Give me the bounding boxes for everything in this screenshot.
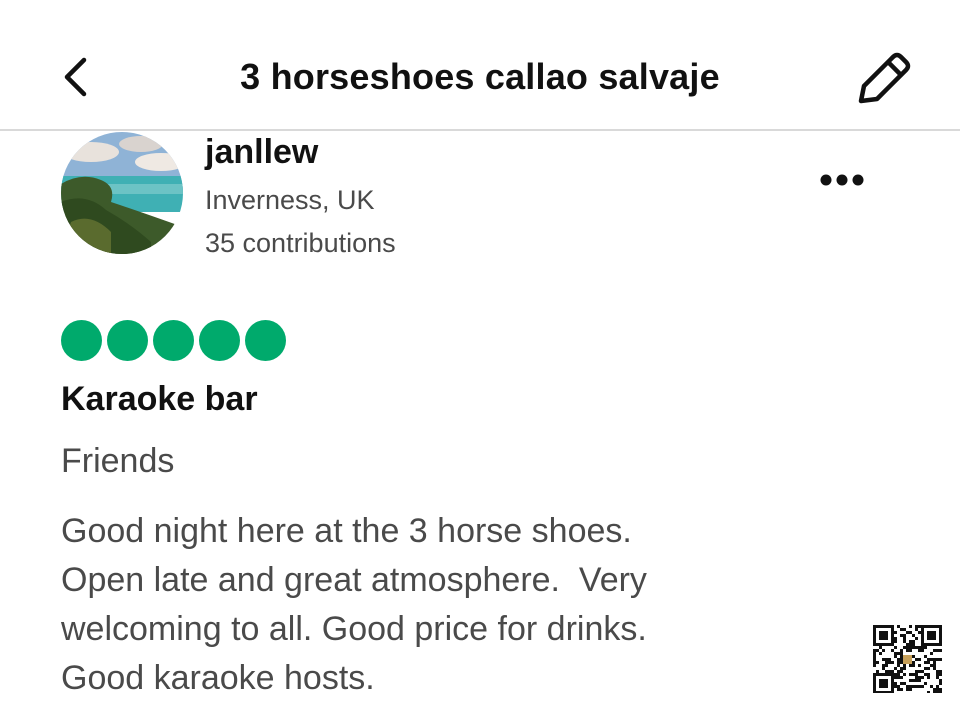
review-text-line: Good night here at the 3 horse shoes. bbox=[61, 512, 632, 550]
page-title: 3 horseshoes callao salvaje bbox=[240, 56, 720, 97]
rating-bubble bbox=[199, 320, 240, 361]
rating-bubble bbox=[153, 320, 194, 361]
rating-bubbles bbox=[61, 320, 286, 361]
review-text-line: Open late and great atmosphere. Very bbox=[61, 561, 647, 599]
qr-code-icon bbox=[873, 625, 943, 694]
avatar-image bbox=[61, 132, 183, 254]
reviewer-username[interactable]: janllew bbox=[205, 133, 318, 172]
review-text: Good night here at the 3 horse shoes. Op… bbox=[61, 507, 821, 703]
reviewer-contributions: 35 contributions bbox=[205, 228, 396, 258]
rating-bubble bbox=[107, 320, 148, 361]
avatar[interactable] bbox=[61, 132, 183, 254]
edit-button[interactable] bbox=[853, 48, 915, 108]
rating-bubble bbox=[245, 320, 286, 361]
trip-type: Friends bbox=[61, 442, 175, 480]
chevron-left-icon bbox=[64, 57, 87, 97]
reviewer-location: Inverness, UK bbox=[205, 185, 375, 215]
review-text-line: Good karaoke hosts. bbox=[61, 659, 375, 697]
review-title: Karaoke bar bbox=[61, 380, 258, 418]
top-bar: 3 horseshoes callao salvaje bbox=[0, 0, 960, 131]
review-text-line: welcoming to all. Good price for drinks. bbox=[61, 610, 647, 648]
pencil-icon bbox=[858, 52, 911, 104]
qr-code bbox=[873, 625, 943, 694]
rating-bubble bbox=[61, 320, 102, 361]
more-options-button[interactable] bbox=[812, 162, 872, 198]
more-horizontal-icon bbox=[820, 174, 864, 186]
back-button[interactable] bbox=[52, 50, 100, 104]
